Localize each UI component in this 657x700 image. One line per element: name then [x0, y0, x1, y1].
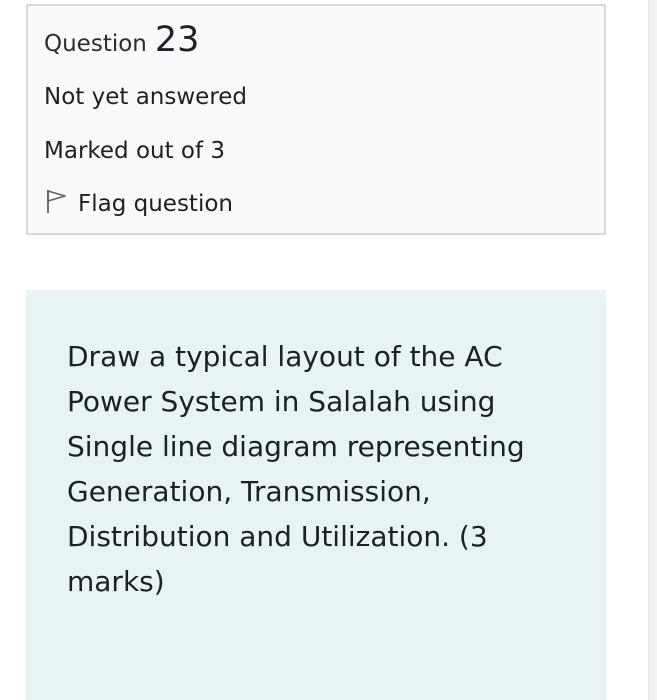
question-content-panel: Draw a typical layout of the AC Power Sy…: [26, 290, 606, 700]
flag-question-button[interactable]: Flag question: [44, 182, 604, 226]
flag-question-label: Flag question: [78, 191, 233, 217]
question-state: Not yet answered: [44, 84, 248, 110]
question-heading: Question 23: [44, 20, 604, 66]
question-number: 23: [154, 20, 200, 60]
question-marks: Marked out of 3: [44, 138, 226, 164]
scrollbar-track[interactable]: [648, 0, 657, 700]
question-info-panel: Question 23 Not yet answered Marked out …: [26, 4, 606, 235]
quiz-page: Question 23 Not yet answered Marked out …: [0, 0, 657, 700]
flag-icon: [44, 188, 78, 220]
question-label: Question: [44, 31, 147, 57]
question-text: Draw a typical layout of the AC Power Sy…: [67, 340, 525, 598]
